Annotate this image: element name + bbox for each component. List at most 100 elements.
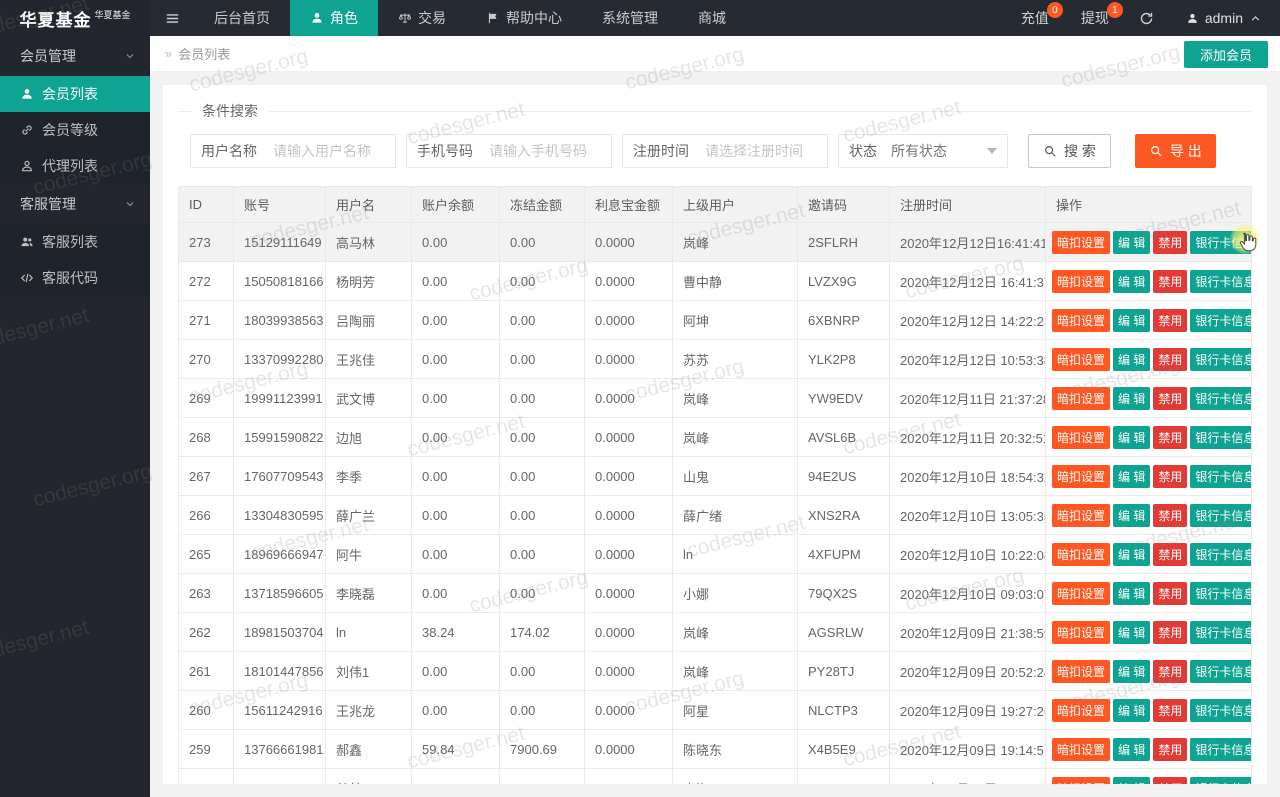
export-button[interactable]: 导 出 (1134, 134, 1216, 168)
sidebar-item[interactable]: 会员列表 (0, 76, 150, 112)
bank-card-button[interactable]: 银行卡信息 (1190, 776, 1251, 784)
cell-actions: 暗扣设置编 辑禁用银行卡信息... (1045, 222, 1252, 262)
disable-button[interactable]: 禁用 (1153, 503, 1188, 527)
bank-card-button[interactable]: 银行卡信息 (1190, 659, 1251, 683)
user-menu[interactable]: admin (1168, 0, 1280, 36)
bank-card-button[interactable]: 银行卡信息 (1190, 737, 1251, 761)
edit-button[interactable]: 编 辑 (1113, 581, 1151, 605)
hidden-deduct-button[interactable]: 暗扣设置 (1052, 269, 1111, 293)
cell-upline: 李海 (672, 768, 798, 784)
hidden-deduct-button[interactable]: 暗扣设置 (1052, 464, 1111, 488)
topnav-item[interactable]: 角色 (290, 0, 378, 36)
cell-time: 2020年12月11日 20:32:51 (889, 417, 1046, 457)
bank-card-button[interactable]: 银行卡信息 (1190, 503, 1251, 527)
sidebar-group-header[interactable]: 客服管理 (0, 184, 150, 224)
topnav-item[interactable]: 交易 (378, 0, 466, 36)
sidebar-item[interactable]: 代理列表 (0, 148, 150, 184)
hidden-deduct-button[interactable]: 暗扣设置 (1052, 620, 1111, 644)
hidden-deduct-button[interactable]: 暗扣设置 (1052, 308, 1111, 332)
table-row: 262 18981503704 ln 38.24 174.02 0.0000 岚峰 AGSRL… (178, 612, 1252, 652)
edit-button[interactable]: 编 辑 (1113, 542, 1151, 566)
hidden-deduct-button[interactable]: 暗扣设置 (1052, 659, 1111, 683)
edit-button[interactable]: 编 辑 (1113, 269, 1151, 293)
disable-button[interactable]: 禁用 (1153, 737, 1188, 761)
bank-card-button[interactable]: 银行卡信息 (1190, 698, 1251, 722)
disable-button[interactable]: 禁用 (1153, 776, 1188, 784)
disable-button[interactable]: 禁用 (1153, 698, 1188, 722)
bank-card-button[interactable]: 银行卡信息 (1190, 386, 1251, 410)
disable-button[interactable]: 禁用 (1153, 386, 1188, 410)
username-input[interactable] (267, 136, 395, 166)
edit-button[interactable]: 编 辑 (1113, 230, 1151, 254)
breadcrumb-current[interactable]: 会员列表 (178, 44, 230, 63)
edit-button[interactable]: 编 辑 (1113, 620, 1151, 644)
hidden-deduct-button[interactable]: 暗扣设置 (1052, 581, 1111, 605)
edit-button[interactable]: 编 辑 (1113, 737, 1151, 761)
edit-button[interactable]: 编 辑 (1113, 308, 1151, 332)
hidden-deduct-button[interactable]: 暗扣设置 (1052, 698, 1111, 722)
edit-button[interactable]: 编 辑 (1113, 464, 1151, 488)
menu-toggle-icon[interactable] (150, 0, 194, 36)
edit-button[interactable]: 编 辑 (1113, 698, 1151, 722)
cell-upline: 陈晓东 (672, 729, 798, 769)
disable-button[interactable]: 禁用 (1153, 620, 1188, 644)
cell-interest: 0.0000 (584, 222, 673, 262)
topnav-item[interactable]: 后台首页 (194, 0, 290, 36)
cell-time: 2020年12月10日 09:03:07 (889, 573, 1046, 613)
edit-button[interactable]: 编 辑 (1113, 659, 1151, 683)
disable-button[interactable]: 禁用 (1153, 269, 1188, 293)
topnav-item[interactable]: 系统管理 (582, 0, 678, 36)
disable-button[interactable]: 禁用 (1153, 581, 1188, 605)
status-select[interactable]: 状态 所有状态 (838, 134, 1008, 168)
hidden-deduct-button[interactable]: 暗扣设置 (1052, 347, 1111, 371)
bank-card-button[interactable]: 银行卡信息 (1190, 542, 1251, 566)
hidden-deduct-button[interactable]: 暗扣设置 (1052, 737, 1111, 761)
hidden-deduct-button[interactable]: 暗扣设置 (1052, 776, 1111, 784)
disable-button[interactable]: 禁用 (1153, 659, 1188, 683)
sidebar-item[interactable]: 客服列表 (0, 224, 150, 260)
bank-card-button[interactable]: 银行卡信息 (1190, 347, 1251, 371)
disable-button[interactable]: 禁用 (1153, 230, 1188, 254)
cell-account: 17607709543 (233, 456, 326, 496)
withdraw-link[interactable]: 提现 1 (1065, 0, 1125, 36)
bank-card-button[interactable]: 银行卡信息 (1190, 464, 1251, 488)
add-member-button[interactable]: 添加会员 (1183, 41, 1268, 68)
bank-card-button[interactable]: 银行卡信息 (1190, 230, 1251, 254)
disable-button[interactable]: 禁用 (1153, 464, 1188, 488)
sidebar-item-label: 会员列表 (42, 86, 98, 102)
hidden-deduct-button[interactable]: 暗扣设置 (1052, 503, 1111, 527)
sidebar-item[interactable]: 客服代码 (0, 260, 150, 296)
search-button[interactable]: 搜 索 (1028, 134, 1111, 168)
topnav-item[interactable]: 商城 (678, 0, 746, 36)
cell-account: 15991590822 (233, 417, 326, 457)
phone-input[interactable] (483, 136, 611, 166)
bank-card-button[interactable]: 银行卡信息 (1190, 269, 1251, 293)
hidden-deduct-button[interactable]: 暗扣设置 (1052, 386, 1111, 410)
bank-card-button[interactable]: 银行卡信息 (1190, 620, 1251, 644)
edit-button[interactable]: 编 辑 (1113, 347, 1151, 371)
hidden-deduct-button[interactable]: 暗扣设置 (1052, 425, 1111, 449)
cell-time: 2020年12月09日 19:14:51 (889, 729, 1046, 769)
disable-button[interactable]: 禁用 (1153, 308, 1188, 332)
cell-account: 13370992280 (233, 339, 326, 379)
recharge-link[interactable]: 充值 0 (1005, 0, 1065, 36)
disable-button[interactable]: 禁用 (1153, 347, 1188, 371)
edit-button[interactable]: 编 辑 (1113, 386, 1151, 410)
refresh-icon[interactable] (1125, 0, 1168, 36)
disable-button[interactable]: 禁用 (1153, 542, 1188, 566)
bank-card-button[interactable]: 银行卡信息 (1190, 308, 1251, 332)
edit-button[interactable]: 编 辑 (1113, 776, 1151, 784)
edit-button[interactable]: 编 辑 (1113, 503, 1151, 527)
cell-id: 271 (178, 300, 234, 340)
sidebar-group-header[interactable]: 会员管理 (0, 36, 150, 76)
cell-account: 18039938563 (233, 300, 326, 340)
hidden-deduct-button[interactable]: 暗扣设置 (1052, 230, 1111, 254)
bank-card-button[interactable]: 银行卡信息 (1190, 425, 1251, 449)
topnav-item[interactable]: 帮助中心 (466, 0, 582, 36)
edit-button[interactable]: 编 辑 (1113, 425, 1151, 449)
hidden-deduct-button[interactable]: 暗扣设置 (1052, 542, 1111, 566)
disable-button[interactable]: 禁用 (1153, 425, 1188, 449)
sidebar-item[interactable]: 会员等级 (0, 112, 150, 148)
bank-card-button[interactable]: 银行卡信息 (1190, 581, 1251, 605)
regtime-input[interactable] (699, 136, 827, 166)
